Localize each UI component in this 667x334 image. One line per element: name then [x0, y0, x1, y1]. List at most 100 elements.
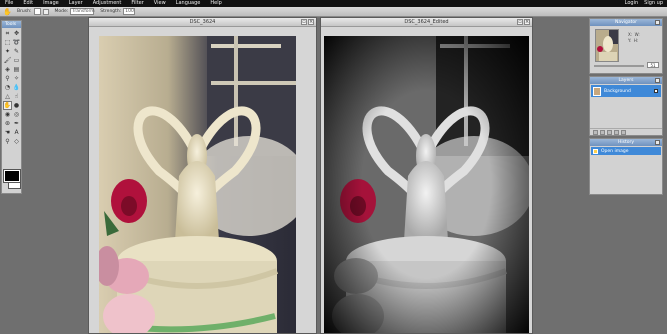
account-links: Login Sign up: [619, 0, 663, 7]
lasso-tool-icon[interactable]: ➰: [12, 38, 21, 47]
signup-link[interactable]: Sign up: [644, 0, 663, 7]
gradient-tool-icon[interactable]: ▤: [12, 65, 21, 74]
image-canvas-original[interactable]: [99, 36, 296, 333]
brush-label: Brush:: [17, 9, 32, 14]
crop-tool-icon[interactable]: ⌗: [3, 29, 12, 38]
shape-tool-icon[interactable]: ◇: [12, 137, 21, 146]
navigator-info: X: W: Y: H:: [628, 32, 640, 44]
window-title-text: DSC_3624: [189, 19, 216, 25]
zoom-input[interactable]: 51: [647, 62, 659, 68]
layers-title: Layers: [590, 77, 662, 84]
bloat-tool-icon[interactable]: ◎: [12, 110, 21, 119]
strength-input[interactable]: 100: [123, 8, 136, 15]
document-window-edited: DSC_3624_Edited ▫ ×: [320, 17, 533, 334]
marquee-tool-icon[interactable]: ⬚: [3, 38, 12, 47]
pinch-tool-icon[interactable]: ⊛: [3, 119, 12, 128]
bucket-tool-icon[interactable]: ◈: [3, 65, 12, 74]
navigator-title: Navigator: [590, 19, 662, 26]
layers-toolbar: [590, 128, 662, 135]
h-label: H:: [633, 38, 639, 43]
open-image-icon: [593, 148, 598, 154]
tools-panel: Tools ⌗ ✥ ⬚ ➰ ✦ ✎ 🖌 ▭ ◈ ▤ ⚲ ✧ ◔ 💧 △ ☝ ✋ …: [1, 20, 22, 194]
w-label: W:: [634, 32, 640, 37]
navigator-thumbnail[interactable]: [595, 29, 619, 62]
maximize-button[interactable]: ▫: [517, 19, 523, 25]
x-label: X:: [628, 32, 633, 37]
layer-settings-icon[interactable]: [593, 129, 598, 135]
smudge-tool-icon[interactable]: ☝: [12, 92, 21, 101]
image-canvas-edited[interactable]: [324, 36, 529, 333]
close-button[interactable]: ×: [524, 19, 530, 25]
layer-visibility-checkbox[interactable]: [654, 89, 658, 93]
menu-help[interactable]: Help: [207, 0, 224, 7]
pencil-tool-icon[interactable]: ✎: [12, 47, 21, 56]
window-title-original: DSC_3624 ▫ ×: [89, 18, 316, 27]
brush-picker[interactable]: [33, 8, 41, 15]
window-controls: ▫ ×: [300, 19, 314, 25]
history-close-button[interactable]: [655, 140, 660, 145]
menu-layer[interactable]: Layer: [66, 0, 86, 7]
stamp-tool-icon[interactable]: ⚲: [3, 74, 12, 83]
layer-mask-icon[interactable]: [607, 129, 612, 135]
sponge-tool-icon: ✋: [3, 7, 12, 16]
delete-layer-icon[interactable]: [621, 129, 626, 135]
maximize-button[interactable]: ▫: [301, 19, 307, 25]
zoom-slider[interactable]: [594, 65, 644, 67]
login-link[interactable]: Login: [625, 0, 639, 7]
blur-tool-icon[interactable]: 💧: [12, 83, 21, 92]
tools-grid: ⌗ ✥ ⬚ ➰ ✦ ✎ 🖌 ▭ ◈ ▤ ⚲ ✧ ◔ 💧 △ ☝ ✋ ● ◉ ◎ …: [2, 28, 21, 146]
zoom-tool-icon[interactable]: ⚲: [3, 137, 12, 146]
history-item-label: Open image: [601, 148, 629, 154]
picker-tool-icon[interactable]: ✒: [12, 119, 21, 128]
red-eye-tool-icon[interactable]: ◉: [3, 110, 12, 119]
layer-row[interactable]: Background: [591, 85, 661, 97]
menu-file[interactable]: File: [2, 0, 16, 7]
layer-thumbnail: [593, 86, 601, 96]
menu-filter[interactable]: Filter: [128, 0, 146, 7]
menu-image[interactable]: Image: [40, 0, 62, 7]
history-panel: History Open image: [589, 138, 663, 195]
navigator-panel: Navigator X: W: Y: H: 51: [589, 18, 663, 74]
sharpen-tool-icon[interactable]: △: [3, 92, 12, 101]
y-label: Y:: [628, 38, 632, 43]
menu-adjustment[interactable]: Adjustment: [90, 0, 125, 7]
layer-name: Background: [604, 88, 631, 94]
navigator-preview-image: [596, 30, 618, 61]
layers-close-button[interactable]: [655, 78, 660, 83]
hand-tool-icon[interactable]: ☚: [3, 128, 12, 137]
menu-view[interactable]: View: [151, 0, 169, 7]
layer-style-icon[interactable]: [600, 129, 605, 135]
cake-topper-photo: [99, 36, 296, 333]
tools-title: Tools: [2, 21, 21, 28]
navigator-close-button[interactable]: [655, 20, 660, 25]
brush-dropdown[interactable]: [42, 8, 49, 15]
history-title: History: [590, 139, 662, 146]
history-title-text: History: [617, 140, 634, 145]
new-layer-icon[interactable]: [614, 129, 619, 135]
drawing-tool-icon[interactable]: ◔: [3, 83, 12, 92]
foreground-color-swatch[interactable]: [3, 169, 21, 183]
options-bar: ✋ Brush: Mode: Transform Strength: 100: [0, 7, 667, 17]
eraser-tool-icon[interactable]: ▭: [12, 56, 21, 65]
brush-tool-icon[interactable]: 🖌: [3, 56, 12, 65]
menu-bar: File Edit Image Layer Adjustment Filter …: [0, 0, 667, 7]
close-button[interactable]: ×: [308, 19, 314, 25]
mode-label: Mode:: [54, 9, 69, 14]
type-tool-icon[interactable]: A: [12, 128, 21, 137]
mode-select[interactable]: Transform: [70, 8, 95, 15]
sponge-tool-icon[interactable]: ✋: [3, 101, 12, 110]
strength-label: Strength:: [100, 9, 122, 14]
window-controls: ▫ ×: [516, 19, 530, 25]
dodge-tool-icon[interactable]: ●: [12, 101, 21, 110]
layers-title-text: Layers: [618, 78, 634, 83]
wand-tool-icon[interactable]: ✦: [3, 47, 12, 56]
move-tool-icon[interactable]: ✥: [12, 29, 21, 38]
background-color-swatch[interactable]: [8, 181, 21, 189]
document-window-original: DSC_3624 ▫ ×: [88, 17, 317, 334]
menu-edit[interactable]: Edit: [20, 0, 36, 7]
color-replace-tool-icon[interactable]: ✧: [12, 74, 21, 83]
history-item[interactable]: Open image: [591, 147, 661, 155]
window-title-edited: DSC_3624_Edited ▫ ×: [321, 18, 532, 27]
menu-language[interactable]: Language: [173, 0, 204, 7]
layers-panel: Layers Background: [589, 76, 663, 136]
